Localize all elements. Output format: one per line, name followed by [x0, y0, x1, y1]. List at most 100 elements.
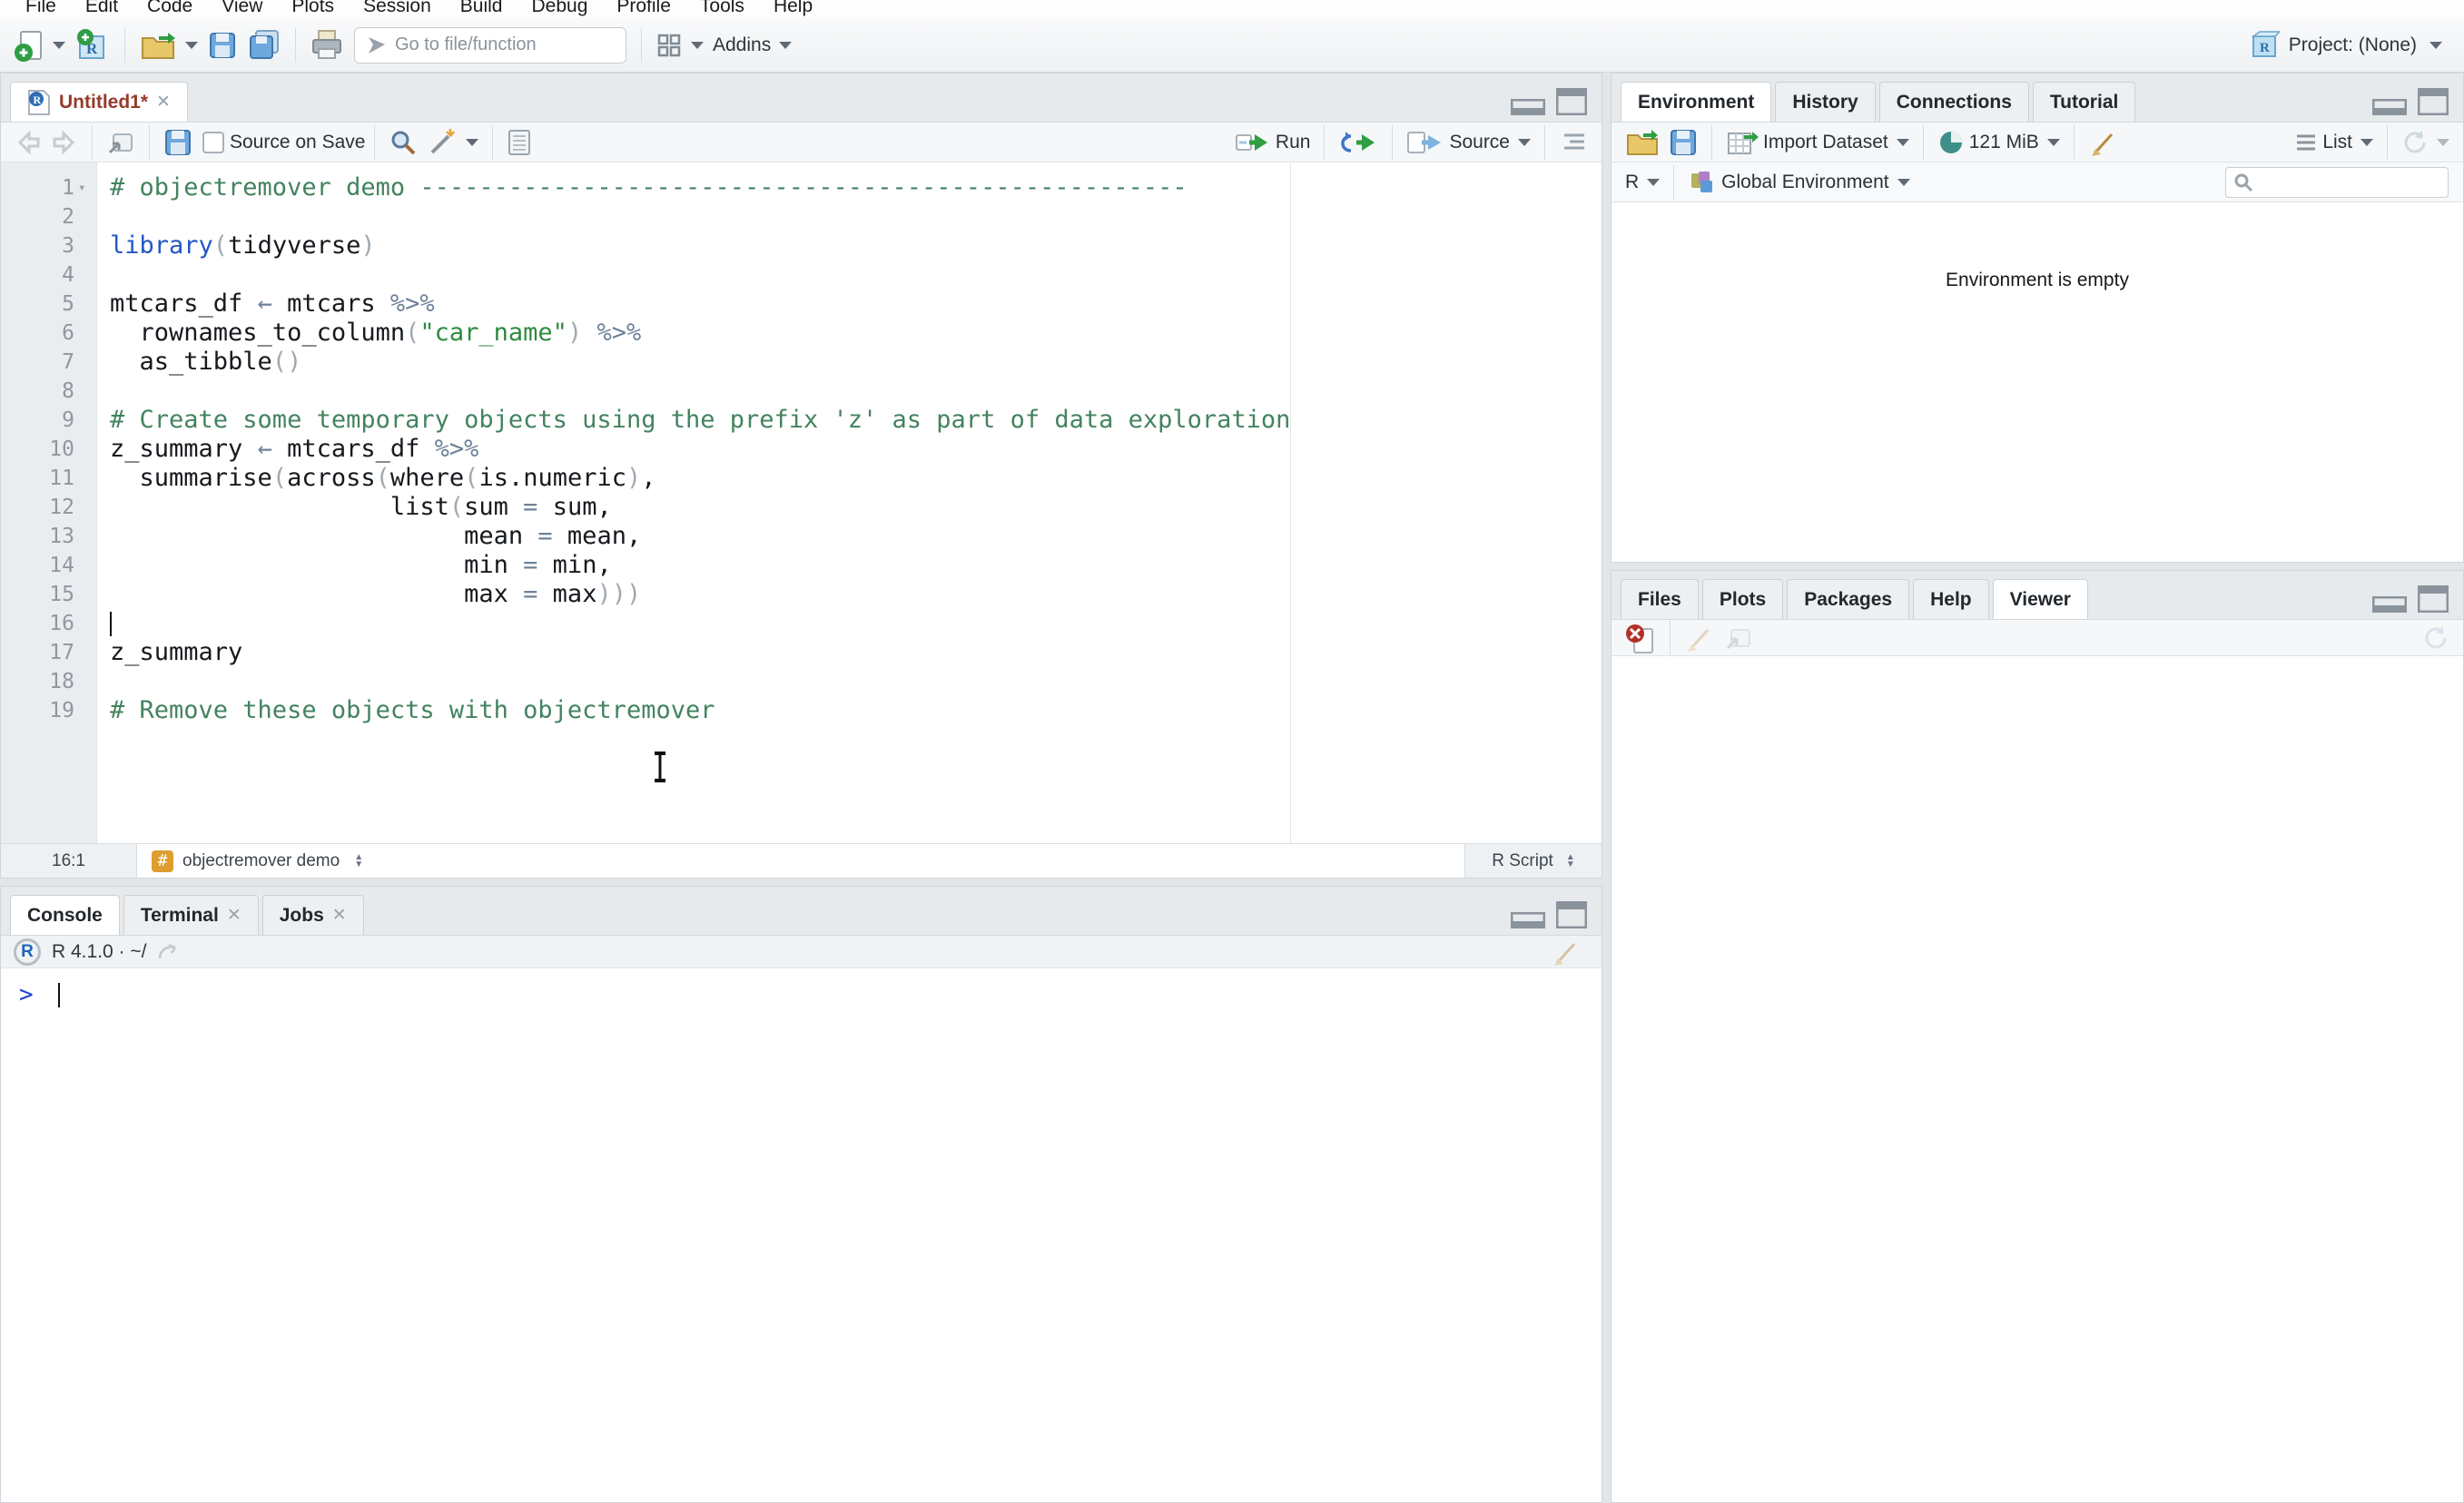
environment-scope-selector[interactable]: Global Environment [1683, 164, 1914, 201]
tab-tutorial[interactable]: Tutorial [2032, 82, 2136, 122]
maximize-icon[interactable] [2418, 88, 2449, 115]
file-type-menu[interactable]: R Script ▲ ▼ [1465, 844, 1602, 878]
code-line[interactable]: z_summary ← mtcars_df %>% [110, 435, 1602, 464]
tab-console[interactable]: Console [10, 895, 120, 935]
line-number[interactable]: 12 [1, 493, 96, 522]
menu-session[interactable]: Session [349, 0, 446, 16]
code-line[interactable] [110, 609, 1602, 638]
maximize-icon[interactable] [1556, 88, 1587, 115]
line-number[interactable]: 19 [1, 696, 96, 725]
refresh-viewer-button[interactable] [2418, 621, 2454, 655]
line-number[interactable]: 3 [1, 231, 96, 260]
tab-plots[interactable]: Plots [1701, 579, 1784, 619]
tab-connections[interactable]: Connections [1878, 82, 2029, 122]
refresh-environment-button[interactable] [2397, 125, 2454, 160]
line-number[interactable]: 6 [1, 319, 96, 348]
memory-usage-button[interactable]: 121 MiB [1933, 125, 2065, 160]
document-outline-button[interactable] [1554, 128, 1592, 157]
clear-console-icon[interactable] [1551, 937, 1582, 968]
menu-view[interactable]: View [207, 0, 277, 16]
code-line[interactable] [110, 202, 1602, 231]
new-file-button[interactable] [9, 25, 70, 66]
menu-debug[interactable]: Debug [517, 0, 602, 16]
code-line[interactable]: mean = mean, [110, 522, 1602, 551]
line-number[interactable]: 16 [1, 609, 96, 638]
code-tools-button[interactable] [422, 123, 483, 162]
code-line[interactable]: max = max))) [110, 580, 1602, 609]
line-number[interactable]: 17 [1, 638, 96, 667]
display-mode-button[interactable]: List [2290, 128, 2378, 157]
menu-tools[interactable]: Tools [685, 0, 759, 16]
menu-plots[interactable]: Plots [277, 0, 349, 16]
show-in-new-window-button[interactable] [102, 125, 140, 160]
line-number[interactable]: 4 [1, 260, 96, 290]
code-line[interactable]: rownames_to_column("car_name") %>% [110, 319, 1602, 348]
fold-arrow-icon[interactable]: ▾ [74, 181, 96, 195]
line-number[interactable]: 10 [1, 435, 96, 464]
find-replace-button[interactable] [384, 124, 422, 161]
print-button[interactable] [305, 25, 349, 65]
line-number[interactable]: 11 [1, 464, 96, 493]
clear-environment-button[interactable] [2084, 123, 2124, 162]
code-line[interactable] [110, 260, 1602, 290]
console-output[interactable]: > [1, 968, 1602, 1502]
line-number[interactable]: 18 [1, 667, 96, 696]
environment-search-input[interactable] [2259, 172, 2464, 192]
tab-viewer[interactable]: Viewer [1992, 579, 2088, 619]
menu-build[interactable]: Build [446, 0, 517, 16]
code-line[interactable] [110, 377, 1602, 406]
compile-report-button[interactable] [502, 124, 537, 161]
import-dataset-button[interactable]: Import Dataset [1721, 124, 1914, 161]
code-line[interactable]: min = min, [110, 551, 1602, 580]
load-workspace-button[interactable] [1621, 124, 1664, 161]
save-button[interactable] [202, 26, 242, 64]
run-button[interactable]: Run [1230, 127, 1316, 158]
tab-environment[interactable]: Environment [1621, 82, 1772, 122]
minimize-icon[interactable] [2372, 596, 2407, 613]
environment-search[interactable] [2225, 166, 2464, 198]
goto-file-input[interactable] [395, 34, 636, 55]
tab-packages[interactable]: Packages [1787, 579, 1910, 619]
tab-untitled1[interactable]: R Untitled1* ✕ [10, 82, 188, 122]
code-line[interactable]: z_summary [110, 638, 1602, 667]
maximize-icon[interactable] [1556, 901, 1587, 928]
jump-to-menu[interactable]: # objectremover demo ▲ ▼ [137, 844, 1465, 878]
rerun-button[interactable] [1334, 127, 1383, 158]
tab-terminal[interactable]: Terminal ✕ [123, 895, 259, 935]
minimize-icon[interactable] [2372, 99, 2407, 115]
code-line[interactable]: # Remove these objects with objectremove… [110, 696, 1602, 725]
editor-code[interactable]: # objectremover demo -------------------… [97, 162, 1602, 843]
open-file-button[interactable] [134, 25, 202, 65]
maximize-icon[interactable] [2418, 585, 2449, 613]
code-line[interactable]: summarise(across(where(is.numeric), [110, 464, 1602, 493]
line-number[interactable]: 7 [1, 348, 96, 377]
menu-profile[interactable]: Profile [602, 0, 685, 16]
code-editor[interactable]: 1 ▾ 2 3 4 5 6 7 8 9 10 11 12 13 14 15 16 17 18 19 # objectr… [1, 162, 1602, 843]
code-line[interactable]: list(sum = sum, [110, 493, 1602, 522]
minimize-icon[interactable] [1511, 912, 1545, 928]
code-line[interactable]: # objectremover demo -------------------… [110, 173, 1602, 202]
source-on-save-checkbox[interactable] [197, 127, 230, 158]
code-line[interactable]: # Create some temporary objects using th… [110, 406, 1602, 435]
menu-code[interactable]: Code [133, 0, 207, 16]
save-source-button[interactable] [159, 124, 197, 161]
discard-viewer-button[interactable] [1621, 618, 1661, 658]
tab-jobs[interactable]: Jobs ✕ [261, 895, 364, 935]
working-directory-icon[interactable] [157, 942, 181, 962]
save-all-button[interactable] [242, 25, 286, 65]
close-icon[interactable]: ✕ [156, 92, 171, 113]
line-number[interactable]: 14 [1, 551, 96, 580]
menu-help[interactable]: Help [759, 0, 827, 16]
line-number[interactable]: 5 [1, 290, 96, 319]
clear-viewer-button[interactable] [1680, 619, 1720, 657]
code-line[interactable]: library(tidyverse) [110, 231, 1602, 260]
code-line[interactable]: mtcars_df ← mtcars %>% [110, 290, 1602, 319]
line-number[interactable]: 13 [1, 522, 96, 551]
new-project-button[interactable]: R [70, 24, 115, 67]
line-number[interactable]: 15 [1, 580, 96, 609]
line-number[interactable]: 9 [1, 406, 96, 435]
project-menu-button[interactable]: R Project: (None) [2249, 30, 2442, 61]
menu-file[interactable]: File [11, 0, 71, 16]
line-number[interactable]: 8 [1, 377, 96, 406]
line-number[interactable]: 2 [1, 202, 96, 231]
